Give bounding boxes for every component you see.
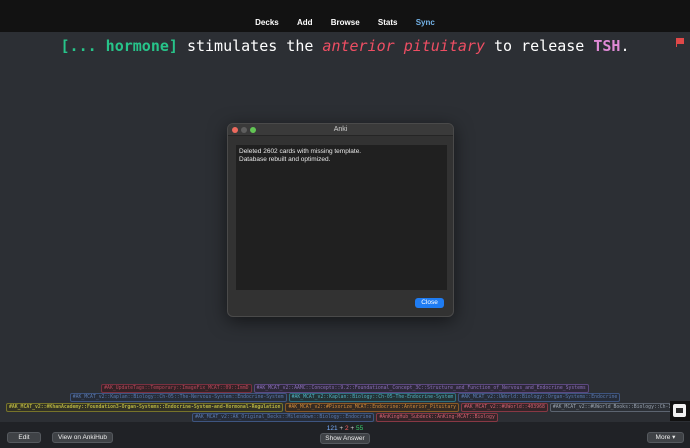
- count-separator: +: [348, 425, 357, 432]
- tag-list: #AK_UpdateTags::Temporary::ImageFix_MCAT…: [0, 384, 690, 422]
- message-dialog: Anki Deleted 2602 cards with missing tem…: [227, 123, 454, 317]
- dialog-title: Anki: [333, 126, 348, 133]
- tag[interactable]: #AK_MCAT_v2::AK_Original_Decks::Milesdow…: [192, 413, 375, 422]
- card-question: [... hormone] stimulates the anterior pi…: [0, 37, 690, 55]
- nav-sync[interactable]: Sync: [416, 18, 435, 27]
- card-text-end: .: [620, 37, 630, 55]
- tag[interactable]: #AK_UpdateTags::Temporary::ImageFix_MCAT…: [101, 384, 252, 393]
- tag[interactable]: #AK_MCAT_v2::AAMC::Concepts::9.2::Founda…: [253, 384, 589, 393]
- tag[interactable]: #AnKingHub_Subdeck::AnKing-MCAT::Biology: [376, 413, 498, 422]
- card-text-part: to release: [484, 37, 594, 55]
- top-toolbar: [0, 0, 690, 32]
- count-separator: +: [337, 425, 345, 432]
- dialog-message: Deleted 2602 cards with missing template…: [236, 145, 447, 290]
- review-count: 55: [356, 425, 364, 432]
- nav-browse[interactable]: Browse: [331, 18, 360, 27]
- image-icon: [673, 404, 686, 417]
- main-nav: Decks Add Browse Stats Sync: [0, 18, 690, 27]
- tag[interactable]: #AK_MCAT_v2::#UWorld::403968: [461, 403, 548, 412]
- nav-add[interactable]: Add: [297, 18, 313, 27]
- card-image-thumbnail[interactable]: [670, 401, 690, 421]
- tag[interactable]: #AK_MCAT_v2::#UWorld_Books::Biology::Ch-…: [549, 403, 690, 412]
- close-button[interactable]: Close: [415, 298, 444, 308]
- tag[interactable]: #AK_MCAT_v2::#KhanAcademy::Foundation3-O…: [6, 403, 284, 412]
- cloze-deletion: [... hormone]: [60, 37, 178, 55]
- tag[interactable]: #AK_MCAT_v2::UWorld::Biology::Organ-Syst…: [458, 393, 621, 402]
- card-italic-term: anterior pituitary: [322, 37, 485, 55]
- more-button[interactable]: More ▾: [647, 432, 684, 443]
- card-bold-term: TSH: [593, 37, 621, 55]
- tag[interactable]: #AK_MCAT_v2::Kaplan::Biology::Ch-05::The…: [69, 393, 287, 402]
- dialog-titlebar[interactable]: Anki: [228, 124, 453, 136]
- message-line: Deleted 2602 cards with missing template…: [239, 148, 362, 155]
- edit-button[interactable]: Edit: [7, 432, 41, 443]
- tag[interactable]: #AK_MCAT_v2::Kaplan::Biology::Ch-05-The-…: [288, 393, 457, 402]
- tag[interactable]: #AK_MCAT_v2::#Pixorize_MCAT::Endocrine::…: [285, 403, 459, 412]
- new-count: 121: [326, 425, 338, 432]
- view-on-ankihub-button[interactable]: View on AnkiHub: [52, 432, 113, 443]
- message-line: Database rebuilt and optimized.: [239, 156, 331, 163]
- show-answer-button[interactable]: Show Answer: [320, 433, 370, 444]
- card-text-part: stimulates the: [177, 37, 323, 55]
- review-counts: 121 + 2 + 55: [0, 425, 690, 432]
- nav-decks[interactable]: Decks: [255, 18, 279, 27]
- nav-stats[interactable]: Stats: [378, 18, 398, 27]
